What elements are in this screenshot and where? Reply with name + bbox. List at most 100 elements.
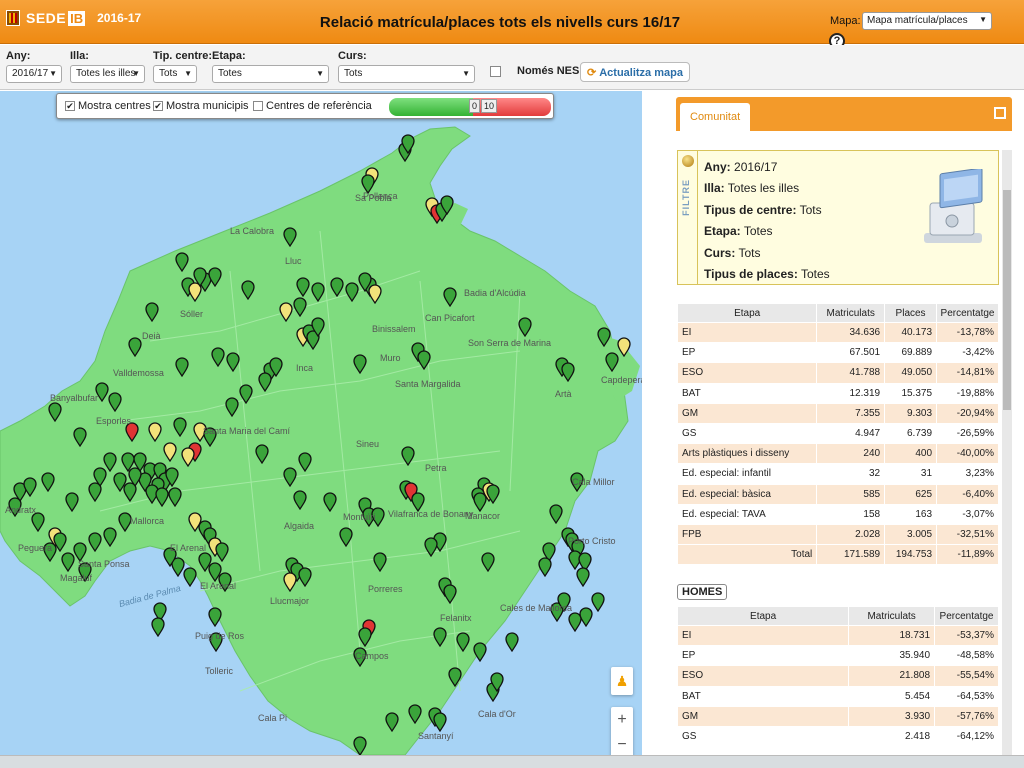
table-row[interactable]: Arts plàstiques i disseny 240 400 -40,00% bbox=[676, 443, 999, 465]
table-cell: 32 bbox=[816, 463, 886, 485]
filter-value: 2016/17 bbox=[734, 160, 778, 174]
panel-scrollbar[interactable] bbox=[1002, 150, 1012, 755]
school-marker[interactable] bbox=[183, 567, 197, 588]
mostra-municipis-option[interactable]: ✔ Mostra municipis bbox=[153, 100, 249, 112]
place-valldemossa: Valldemossa bbox=[113, 368, 164, 378]
table-cell: 158 bbox=[816, 503, 886, 525]
filter-line: Illa: Totes les illes bbox=[704, 178, 830, 199]
place-peguera: Peguera bbox=[18, 543, 53, 553]
table-row[interactable]: BAT 12.319 15.375 -19,88% bbox=[676, 382, 999, 404]
mostra-centres-checkbox[interactable]: ✔ bbox=[65, 101, 75, 111]
table-cell: -64,12% bbox=[934, 725, 999, 748]
table-cell: 15.375 bbox=[884, 382, 938, 404]
centres-referencia-checkbox[interactable] bbox=[253, 101, 263, 111]
table-row[interactable]: EI 18.731 -53,37% bbox=[676, 624, 999, 647]
school-marker[interactable] bbox=[473, 642, 487, 663]
table-cell: FPB bbox=[676, 523, 818, 546]
table-row[interactable]: GS 2.418 -64,12% bbox=[676, 725, 999, 748]
filter-line: Curs: Tots bbox=[704, 243, 830, 264]
etapa-select[interactable]: Totes bbox=[212, 65, 329, 83]
sede-logo[interactable]: SEDE IB 2016-17 bbox=[6, 10, 141, 26]
table-row[interactable]: EP 35.940 -48,58% bbox=[676, 645, 999, 667]
mostra-centres-option[interactable]: ✔ Mostra centres bbox=[65, 100, 151, 112]
table-row[interactable]: BAT 5.454 -64,53% bbox=[676, 685, 999, 707]
table-cell: GM bbox=[676, 402, 818, 424]
zoom-in-button[interactable]: + bbox=[611, 707, 633, 732]
table-row[interactable]: ESO 41.788 49.050 -14,81% bbox=[676, 362, 999, 384]
table-cell: 18.731 bbox=[848, 624, 936, 647]
school-marker[interactable] bbox=[579, 607, 593, 628]
nese-option: Només NESE bbox=[490, 65, 587, 77]
map-view[interactable]: Pollença La Calobra Lluc Sa Pobla Sóller… bbox=[0, 91, 642, 755]
place-santa-ponsa: Santa Ponsa bbox=[78, 559, 130, 569]
place-puig-ros: Puig de Ros bbox=[195, 631, 245, 641]
table-row[interactable]: Ed. especial: TAVA 158 163 -3,07% bbox=[676, 503, 999, 525]
curs-select[interactable]: Tots bbox=[338, 65, 475, 83]
table-row[interactable]: FPB 2.028 3.005 -32,51% bbox=[676, 523, 999, 546]
filter-bar: Any: 2016/17 Illa: Totes les illes Tip. … bbox=[0, 45, 1024, 90]
school-marker[interactable] bbox=[151, 617, 165, 638]
refresh-map-button[interactable]: ⟳ Actualitza mapa bbox=[580, 62, 690, 82]
table-cell: 3,23% bbox=[936, 463, 999, 485]
panel-tabbar: Comunitat bbox=[676, 97, 1012, 131]
school-marker[interactable] bbox=[576, 567, 590, 588]
table-cell: ESO bbox=[676, 362, 818, 384]
nese-label: Només NESE bbox=[517, 65, 587, 77]
school-marker[interactable] bbox=[433, 712, 447, 733]
table-row[interactable]: GM 7.355 9.303 -20,94% bbox=[676, 402, 999, 424]
filter-key: Any: bbox=[704, 160, 731, 174]
filter-side-label: FILTRE bbox=[681, 179, 691, 216]
filter-line: Tipus de centre: Tots bbox=[704, 200, 830, 221]
table-row[interactable]: GM 3.930 -57,76% bbox=[676, 705, 999, 727]
filter-line: Any: 2016/17 bbox=[704, 157, 830, 178]
table-cell: 67.501 bbox=[816, 342, 886, 364]
nese-checkbox[interactable] bbox=[490, 65, 501, 77]
tab-comunitat[interactable]: Comunitat bbox=[680, 103, 751, 131]
mapa-select[interactable]: Mapa matrícula/places bbox=[862, 12, 992, 30]
logo-ib-text: IB bbox=[68, 10, 86, 26]
table-row[interactable]: EP 67.501 69.889 -3,42% bbox=[676, 342, 999, 364]
curs-select-value: Tots bbox=[344, 68, 363, 79]
place-sineu: Sineu bbox=[356, 439, 380, 449]
school-marker[interactable] bbox=[538, 557, 552, 578]
school-marker[interactable] bbox=[568, 612, 582, 633]
table-cell: EI bbox=[676, 624, 850, 647]
place-porto-cristo: Porto Cristo bbox=[568, 536, 616, 546]
scrollbar-thumb[interactable] bbox=[1003, 190, 1011, 410]
table-row[interactable]: ESO 21.808 -55,54% bbox=[676, 665, 999, 687]
street-view-pegman-icon[interactable]: ♟ bbox=[611, 667, 633, 695]
table-header-row: Etapa Matriculats Places Percentatge bbox=[676, 303, 999, 323]
table-row[interactable]: GS 4.947 6.739 -26,59% bbox=[676, 422, 999, 445]
place-magaluf: Magaluf bbox=[60, 573, 93, 583]
place-montuiri: Montuïri bbox=[343, 512, 376, 522]
table-cell: BAT bbox=[676, 382, 818, 404]
centres-referencia-option[interactable]: Centres de referència bbox=[253, 100, 372, 112]
school-marker[interactable] bbox=[208, 607, 222, 628]
table-cell: -48,58% bbox=[934, 645, 999, 667]
filter-value: Totes bbox=[743, 224, 773, 239]
illa-select[interactable]: Totes les illes bbox=[70, 65, 145, 83]
place-tolleric: Tolleric bbox=[205, 666, 234, 676]
table-total-row: Total 171.589 194.753 -11,89% bbox=[676, 544, 999, 566]
table-row[interactable]: EI 34.636 40.173 -13,78% bbox=[676, 321, 999, 344]
filter-key: Tipus de centre: bbox=[704, 202, 797, 217]
table-cell: 625 bbox=[884, 483, 938, 505]
homes-table-body: EI 18.731 -53,37% EP 35.940 -48,58% ESO 21.808-… bbox=[676, 624, 999, 748]
table-row[interactable]: Ed. especial: bàsica 585 625 -6,40% bbox=[676, 483, 999, 505]
computer-illustration-icon bbox=[924, 169, 983, 243]
tip-centre-select-value: Tots bbox=[159, 68, 178, 79]
col-places: Places bbox=[884, 303, 938, 323]
filter-key: Illa: bbox=[704, 181, 725, 196]
school-marker[interactable] bbox=[505, 632, 519, 653]
bottom-strip bbox=[0, 755, 1024, 768]
place-soller: Sóller bbox=[180, 309, 204, 319]
school-marker[interactable] bbox=[591, 592, 605, 613]
maximize-icon[interactable] bbox=[994, 107, 1006, 119]
tip-centre-select[interactable]: Tots bbox=[153, 65, 197, 83]
mostra-municipis-checkbox[interactable]: ✔ bbox=[153, 101, 163, 111]
table-cell: Ed. especial: infantil bbox=[676, 463, 818, 485]
table-row[interactable]: Ed. especial: infantil 32 31 3,23% bbox=[676, 463, 999, 485]
any-select[interactable]: 2016/17 bbox=[6, 65, 62, 83]
zoom-out-button[interactable]: − bbox=[611, 732, 633, 755]
page-title: Relació matrícula/places tots els nivell… bbox=[319, 14, 681, 31]
